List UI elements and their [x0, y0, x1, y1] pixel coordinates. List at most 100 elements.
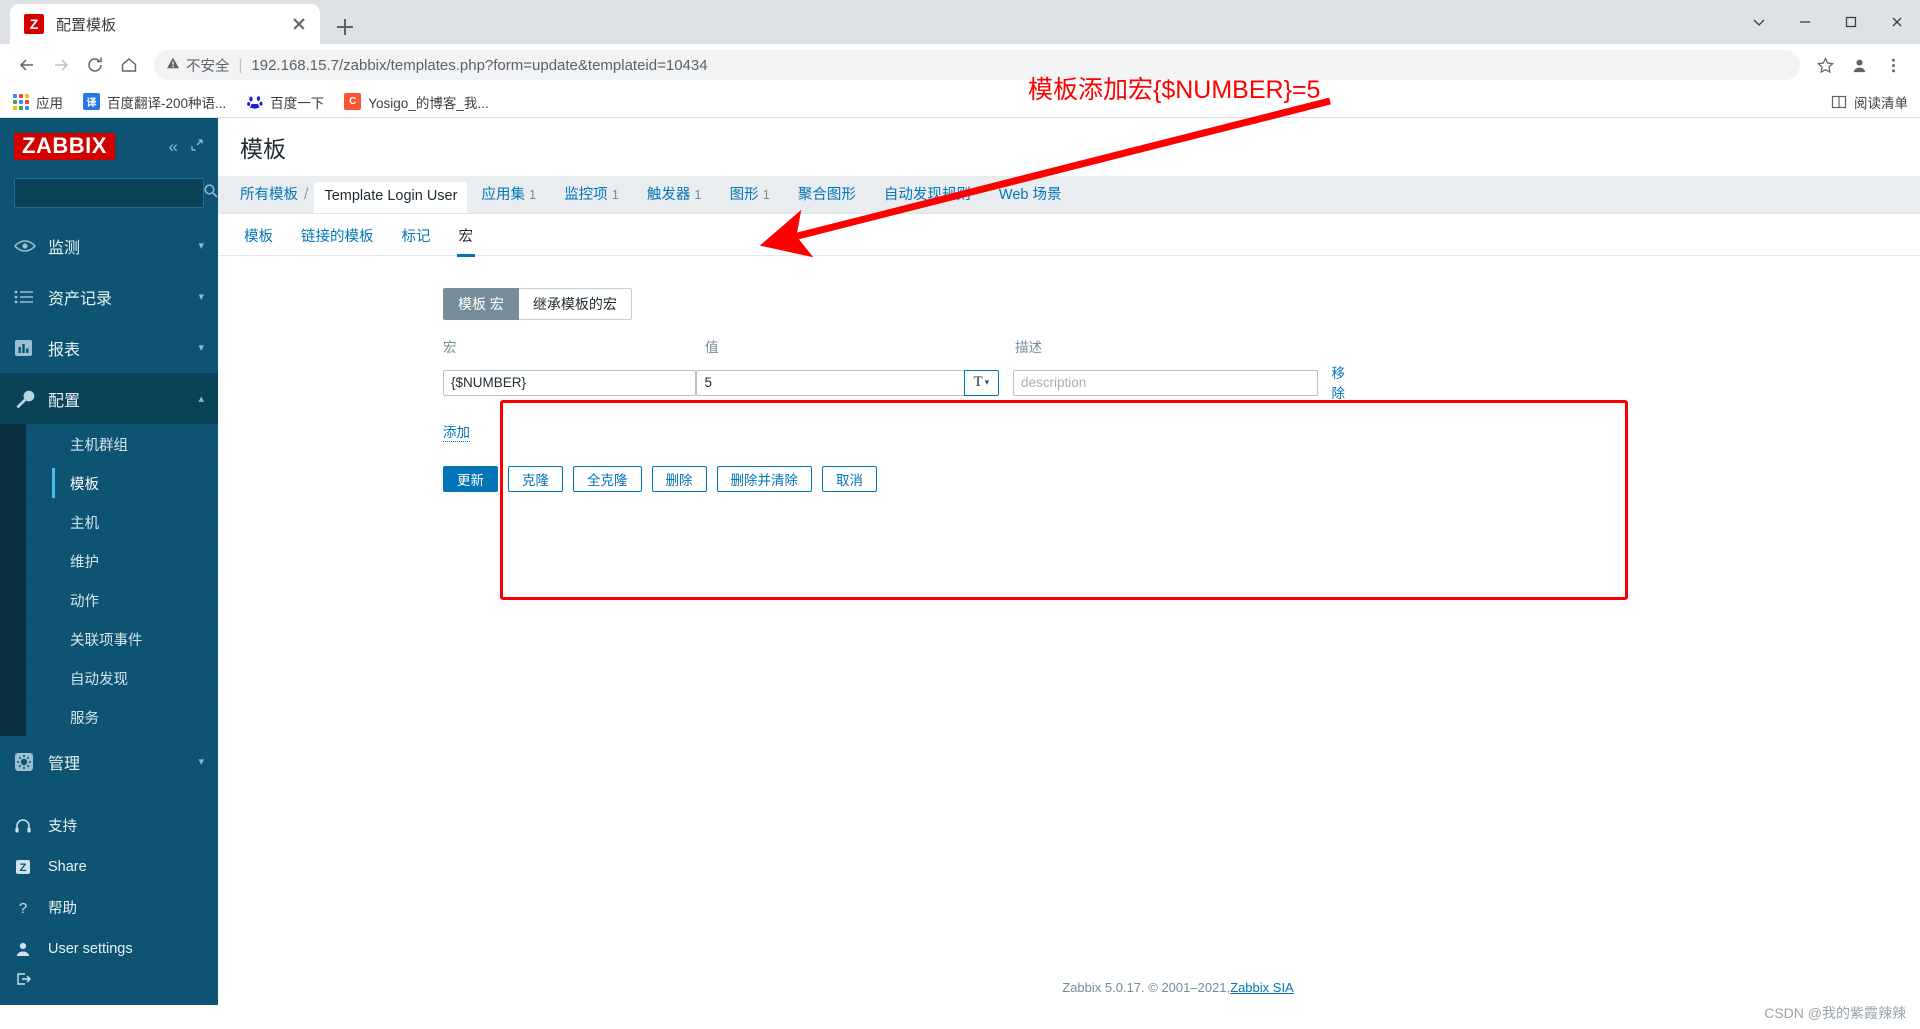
star-icon[interactable]: [1808, 48, 1842, 82]
profile-icon[interactable]: [1842, 48, 1876, 82]
sidebar-subitem-event-correlation[interactable]: 关联项事件: [26, 619, 218, 658]
sidebar-item-configuration[interactable]: 配置 ▴: [0, 373, 218, 424]
sidebar-item-support[interactable]: 支持: [0, 805, 218, 846]
macro-description-input[interactable]: [1013, 369, 1318, 396]
reload-icon[interactable]: [78, 48, 112, 82]
sidebar-subitem-host-groups[interactable]: 主机群组: [26, 424, 218, 463]
bookmark-baidu[interactable]: 百度一下: [246, 92, 324, 112]
bookmark-apps[interactable]: 应用: [12, 92, 63, 112]
sidebar-subitem-discovery[interactable]: 自动发现: [26, 658, 218, 697]
segment-inherited-macros[interactable]: 继承模板的宏: [518, 288, 632, 321]
collapse-sidebar-icon[interactable]: [190, 138, 204, 155]
column-header-macro: 宏: [443, 340, 457, 356]
omnibox-separator: |: [238, 56, 243, 74]
browser-tab[interactable]: Z 配置模板: [10, 4, 320, 44]
window-close-icon[interactable]: [1874, 0, 1920, 44]
chevron-down-icon[interactable]: ▾: [198, 290, 204, 303]
chevron-down-icon[interactable]: [1736, 0, 1782, 44]
tab-count: 1: [762, 187, 770, 202]
url-text: 192.168.15.7/zabbix/templates.php?form=u…: [251, 56, 708, 74]
sidebar-item-user-settings[interactable]: User settings: [0, 928, 218, 969]
macro-type-button[interactable]: T ▾: [963, 369, 1000, 396]
subtab-template[interactable]: 模板: [230, 214, 287, 256]
window-controls: [1736, 0, 1920, 44]
tab-applications[interactable]: 应用集 1: [467, 183, 550, 213]
macro-name-input[interactable]: [443, 369, 697, 396]
new-tab-button[interactable]: [328, 10, 362, 44]
wrench-icon: [14, 389, 40, 409]
minimize-icon[interactable]: [1782, 0, 1828, 44]
more-vertical-icon[interactable]: [1876, 48, 1910, 82]
tab-label: 触发器: [646, 187, 691, 203]
tab-strip: Z 配置模板: [0, 0, 1920, 44]
add-macro-link[interactable]: 添加: [443, 421, 470, 443]
macro-row: T ▾ 移除: [443, 362, 1358, 404]
search-input[interactable]: [23, 184, 203, 202]
delete-and-clear-button[interactable]: 删除并清除: [716, 466, 812, 493]
segment-template-macros[interactable]: 模板 宏: [443, 288, 519, 321]
sidebar-item-reports[interactable]: 报表 ▾: [0, 322, 218, 373]
subtab-tags[interactable]: 标记: [388, 214, 445, 256]
sidebar-subitem-actions[interactable]: 动作: [26, 580, 218, 619]
tab-items[interactable]: 监控项 1: [550, 183, 633, 213]
breadcrumb-separator: /: [304, 186, 309, 203]
tab-template-login-user[interactable]: Template Login User: [314, 182, 468, 213]
subtab-linked-templates[interactable]: 链接的模板: [287, 214, 388, 256]
sidebar-item-monitoring[interactable]: 监测 ▾: [0, 220, 218, 271]
bookmark-csdn-blog[interactable]: C Yosigo_的博客_我...: [344, 92, 489, 112]
sidebar-item-signout[interactable]: [0, 969, 218, 989]
breadcrumb-all-templates[interactable]: 所有模板: [240, 183, 298, 204]
sidebar-subitem-maintenance[interactable]: 维护: [26, 541, 218, 580]
question-icon: ?: [14, 899, 40, 917]
subtab-macros[interactable]: 宏: [445, 214, 488, 257]
chevron-down-icon[interactable]: ▾: [198, 341, 204, 354]
translate-icon: 译: [83, 93, 100, 110]
chevron-down-icon[interactable]: ▾: [198, 755, 204, 768]
back-icon[interactable]: [10, 48, 44, 82]
maximize-icon[interactable]: [1828, 0, 1874, 44]
chevron-up-icon[interactable]: ▴: [198, 392, 204, 405]
chevron-double-left-icon[interactable]: «: [169, 138, 178, 155]
reading-list-label: 阅读清单: [1854, 95, 1908, 111]
zabbix-favicon: Z: [24, 14, 44, 34]
reading-list-icon: [1830, 93, 1847, 110]
bookmark-label: Yosigo_的博客_我...: [368, 95, 489, 111]
reading-list-button[interactable]: 阅读清单: [1830, 92, 1908, 112]
cancel-button[interactable]: 取消: [822, 466, 877, 493]
sidebar-search[interactable]: [14, 178, 218, 208]
footer-zabbix-sia-link[interactable]: Zabbix SIA: [1230, 980, 1294, 995]
update-button[interactable]: 更新: [443, 466, 498, 493]
browser-chrome: Z 配置模板 不安全 | 192.168.15.7/zabbix/templat…: [0, 0, 1920, 118]
sidebar-item-label: 资产记录: [48, 290, 113, 308]
zabbix-logo[interactable]: ZABBIX: [14, 132, 115, 160]
tab-web-scenarios[interactable]: Web 场景: [985, 183, 1076, 213]
sidebar-subitem-hosts[interactable]: 主机: [26, 502, 218, 541]
zabbix-share-icon: Z: [14, 858, 40, 876]
sidebar-item-inventory[interactable]: 资产记录 ▾: [0, 271, 218, 322]
sidebar-subitem-templates[interactable]: 模板: [26, 463, 218, 502]
remove-macro-link[interactable]: 移除: [1331, 362, 1358, 404]
full-clone-button[interactable]: 全克隆: [573, 466, 642, 493]
sidebar-subitem-services[interactable]: 服务: [26, 697, 218, 736]
chevron-down-icon[interactable]: ▾: [198, 239, 204, 252]
bookmark-baidu-translate[interactable]: 译 百度翻译-200种语...: [83, 92, 226, 112]
app-page: ZABBIX « 监测 ▾ 资产记录 ▾ 报表 ▾ 配置 ▴ 主机群组 模板 主…: [0, 118, 1920, 1005]
close-icon[interactable]: [288, 13, 310, 35]
home-icon[interactable]: [112, 48, 146, 82]
delete-button[interactable]: 删除: [651, 466, 707, 493]
sidebar-item-administration[interactable]: 管理 ▾: [0, 736, 218, 787]
macro-value-input[interactable]: [696, 369, 964, 396]
tab-dashboards[interactable]: 聚合图形: [784, 183, 870, 213]
not-secure-indicator[interactable]: 不安全: [166, 55, 230, 76]
search-icon[interactable]: [203, 183, 218, 204]
tab-graphs[interactable]: 图形 1: [716, 183, 784, 213]
page-title: 模板: [240, 136, 286, 162]
clone-button[interactable]: 克隆: [508, 466, 563, 493]
tab-triggers[interactable]: 触发器 1: [633, 183, 716, 213]
main-content: 模板 所有模板 / Template Login User 应用集 1 监控项 1 …: [218, 118, 1920, 1005]
address-bar[interactable]: 不安全 | 192.168.15.7/zabbix/templates.php?…: [154, 50, 1800, 80]
sidebar-item-help[interactable]: ? 帮助: [0, 887, 218, 928]
sidebar-item-share[interactable]: Z Share: [0, 846, 218, 887]
macros-form-area: 模板 宏 继承模板的宏 宏 值 描述 T ▾ 移除: [218, 256, 1920, 500]
tab-discovery-rules[interactable]: 自动发现规则: [870, 183, 985, 213]
